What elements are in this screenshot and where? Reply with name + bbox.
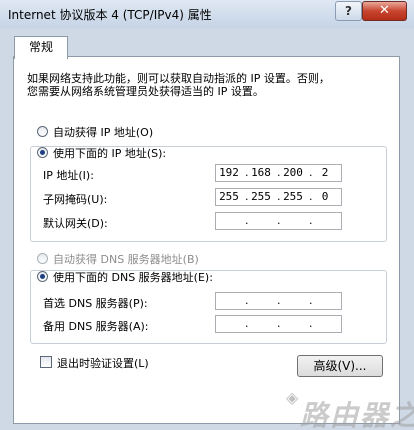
alternate-dns-dot: .: [245, 317, 249, 330]
watermark-icon: ◈: [286, 388, 299, 407]
preferred-dns-label: 首选 DNS 服务器(P):: [43, 297, 148, 310]
default-gateway-input[interactable]: . . .: [215, 212, 342, 230]
ip-manual-radio[interactable]: [37, 147, 48, 158]
alternate-dns-dot: .: [277, 317, 281, 330]
help-button[interactable]: ?: [335, 1, 362, 21]
ip-address-octet-4: 2: [321, 166, 329, 179]
dns-auto-radio[interactable]: [37, 253, 48, 264]
preferred-dns-dot: .: [277, 294, 281, 307]
ip-address-dot: .: [309, 166, 313, 179]
alternate-dns-label: 备用 DNS 服务器(A):: [43, 320, 149, 333]
ip-manual-label[interactable]: 使用下面的 IP 地址(S):: [53, 145, 166, 161]
ip-address-input[interactable]: 192 . 168 . 200 . 2: [215, 164, 342, 182]
dns-manual-label[interactable]: 使用下面的 DNS 服务器地址(E):: [53, 269, 213, 285]
alternate-dns-input[interactable]: . . .: [215, 315, 342, 333]
ip-auto-radio[interactable]: [37, 126, 48, 137]
preferred-dns-dot: .: [245, 294, 249, 307]
default-gateway-dot: .: [277, 214, 281, 227]
watermark-text: 路由器之家: [300, 399, 414, 430]
ip-address-label: IP 地址(I):: [43, 169, 94, 182]
validate-settings-label[interactable]: 退出时验证设置(L): [57, 355, 149, 371]
subnet-mask-octet-2: 255: [251, 190, 271, 203]
ip-address-octet-1: 192: [219, 166, 239, 179]
tab-general[interactable]: 常规: [14, 36, 68, 59]
ip-address-octet-3: 200: [283, 166, 303, 179]
subnet-mask-dot: .: [277, 190, 281, 203]
preferred-dns-dot: .: [309, 294, 313, 307]
subnet-mask-octet-4: 0: [321, 190, 329, 203]
alternate-dns-dot: .: [309, 317, 313, 330]
ip-address-dot: .: [245, 166, 249, 179]
ip-auto-label[interactable]: 自动获得 IP 地址(O): [53, 124, 153, 140]
close-button[interactable]: ✕: [362, 1, 407, 21]
preferred-dns-input[interactable]: . . .: [215, 292, 342, 310]
ip-address-dot: .: [277, 166, 281, 179]
ip-address-octet-2: 168: [251, 166, 271, 179]
description-line-2: 您需要从网络系统管理员处获得适当的 IP 设置。: [27, 85, 264, 98]
default-gateway-dot: .: [245, 214, 249, 227]
subnet-mask-octet-1: 255: [219, 190, 239, 203]
window-title: Internet 协议版本 4 (TCP/IPv4) 属性: [8, 8, 212, 22]
subnet-mask-input[interactable]: 255 . 255 . 255 . 0: [215, 188, 342, 206]
validate-settings-checkbox[interactable]: [40, 356, 52, 368]
subnet-mask-dot: .: [309, 190, 313, 203]
subnet-mask-label: 子网掩码(U):: [43, 193, 108, 206]
dns-auto-label[interactable]: 自动获得 DNS 服务器地址(B): [53, 251, 199, 267]
default-gateway-label: 默认网关(D):: [43, 217, 108, 230]
advanced-button[interactable]: 高级(V)...: [297, 355, 383, 377]
default-gateway-dot: .: [309, 214, 313, 227]
dns-manual-radio[interactable]: [37, 271, 48, 282]
subnet-mask-dot: .: [245, 190, 249, 203]
watermark-logo: 路由器之家: [190, 392, 414, 430]
subnet-mask-octet-3: 255: [283, 190, 303, 203]
